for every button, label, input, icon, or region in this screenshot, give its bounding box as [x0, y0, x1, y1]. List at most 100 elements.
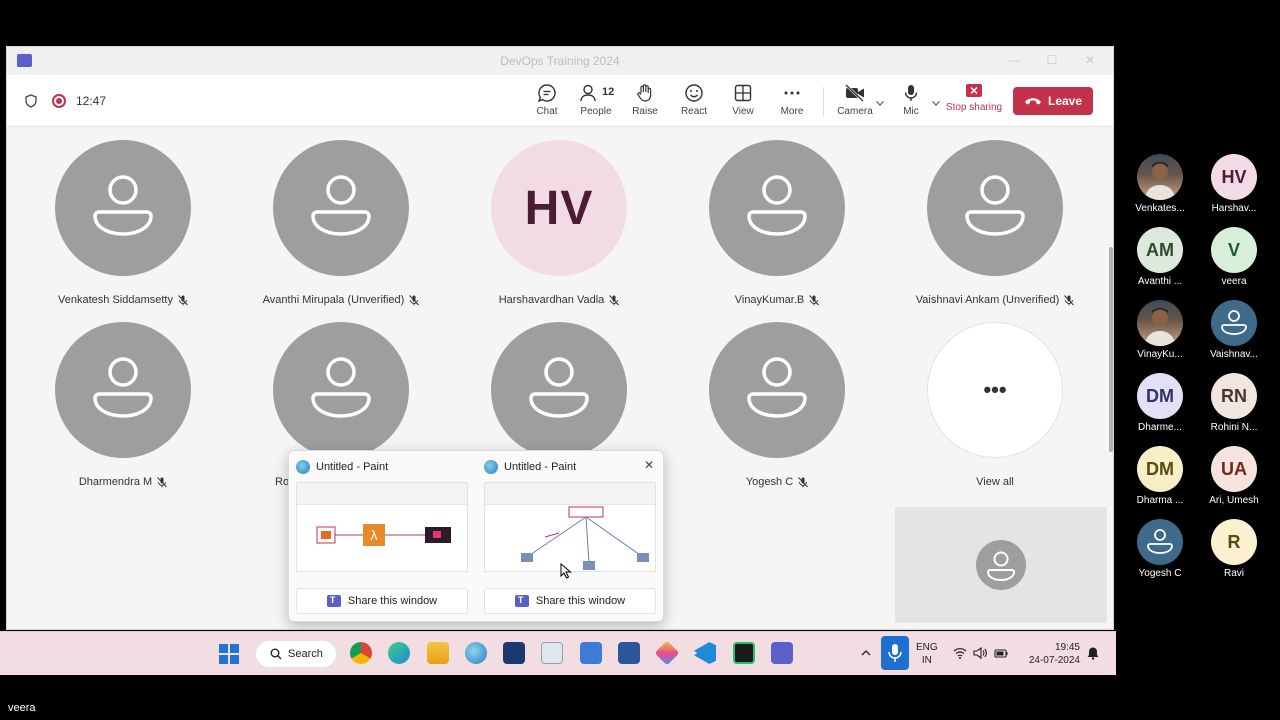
notification-bell-icon[interactable]	[1086, 646, 1100, 660]
participant-tile[interactable]: Avanthi Mirupala (Unverified)	[241, 128, 441, 308]
more-button[interactable]: More	[767, 81, 817, 123]
participant-tile[interactable]: Venkatesh Siddamsetty	[23, 128, 223, 308]
react-label: React	[680, 106, 708, 117]
minimize-button[interactable]: —	[1002, 51, 1028, 69]
pycharm-icon[interactable]	[733, 642, 755, 664]
gallery-scrollbar[interactable]	[1109, 247, 1113, 452]
people-button[interactable]: 12 People	[571, 81, 621, 123]
muted-mic-icon	[1064, 294, 1075, 305]
mic-label: Mic	[903, 106, 919, 117]
paint-icon[interactable]	[465, 642, 487, 664]
chevron-up-icon[interactable]	[859, 646, 873, 660]
react-button[interactable]: React	[669, 81, 719, 123]
remote-app-icon[interactable]	[503, 642, 525, 664]
people-count: 12	[602, 86, 615, 98]
close-button[interactable]: ✕	[1077, 51, 1103, 69]
edge-icon[interactable]	[388, 642, 410, 664]
side-participant[interactable]: HV Harshav...	[1194, 154, 1274, 222]
input-language-indicator[interactable]: ENG IN	[916, 641, 938, 667]
participant-tile[interactable]: Vaishnavi Ankam (Unverified)	[895, 128, 1095, 308]
person-icon	[311, 175, 371, 236]
meeting-toolbar: 12:47 Chat 12 People Raise React View Mo…	[7, 75, 1113, 127]
side-participant[interactable]: RN Rohini N...	[1194, 373, 1274, 441]
view-button[interactable]: View	[718, 81, 768, 123]
side-participant[interactable]: AM Avanthi ...	[1120, 227, 1200, 295]
word-icon[interactable]	[618, 642, 640, 664]
side-participant[interactable]: UA Ari, Umesh	[1194, 446, 1274, 514]
taskbar-thumbnail-popup: Untitled - Paint Untitled - Paint ✕ λ T …	[288, 450, 664, 622]
side-participant[interactable]: DM Dharme...	[1120, 373, 1200, 441]
participant-tile[interactable]: VinayKumar.B	[677, 128, 877, 308]
view-all-tile[interactable]: ••• View all	[895, 310, 1095, 490]
close-icon[interactable]: ✕	[642, 458, 656, 472]
mic-button[interactable]: Mic	[886, 81, 936, 123]
participant-tile[interactable]: HV Harshavardhan Vadla	[459, 128, 659, 308]
microphone-icon	[888, 644, 902, 662]
participant-name: Yogesh C	[677, 476, 877, 488]
wifi-icon[interactable]	[953, 646, 967, 660]
battery-icon[interactable]	[994, 646, 1008, 660]
side-participant[interactable]: VinayKu...	[1120, 300, 1200, 368]
side-participant-name: Dharme...	[1138, 422, 1182, 433]
camera-button[interactable]: Camera	[830, 81, 880, 123]
microphone-in-use-indicator[interactable]	[881, 636, 909, 670]
participant-avatar	[491, 322, 627, 458]
teams-icon[interactable]	[771, 642, 793, 664]
self-view-tile[interactable]	[895, 507, 1107, 623]
windows-start-icon[interactable]	[219, 644, 239, 664]
ellipsis-icon	[784, 91, 800, 95]
participant-avatar	[1137, 519, 1183, 565]
raise-hand-button[interactable]: Raise	[620, 81, 670, 123]
participant-avatar: RN	[1211, 373, 1257, 419]
person-icon	[965, 175, 1025, 236]
person-icon	[747, 357, 807, 418]
participant-name: Venkatesh Siddamsetty	[23, 294, 223, 306]
taskbar-search-box[interactable]: Search	[255, 640, 337, 668]
leave-button[interactable]: Leave	[1013, 87, 1093, 115]
raise-label: Raise	[632, 106, 658, 117]
side-participant[interactable]: Vveera	[1194, 227, 1274, 295]
camera-options-chevron-down-icon[interactable]	[875, 98, 885, 108]
diagram-preview-graphic: λ	[316, 524, 451, 546]
toolbar-divider	[823, 87, 824, 117]
search-icon	[270, 648, 282, 660]
mouse-cursor-icon	[560, 563, 572, 579]
maximize-button[interactable]: ☐	[1039, 51, 1065, 69]
muted-mic-icon	[809, 294, 820, 305]
muted-mic-icon	[609, 294, 620, 305]
chat-button[interactable]: Chat	[522, 81, 572, 123]
photos-icon[interactable]	[541, 642, 563, 664]
share-this-window-button[interactable]: Share this window	[296, 588, 468, 614]
share-this-window-button[interactable]: Share this window	[484, 588, 656, 614]
side-participant[interactable]: DM Dharma ...	[1120, 446, 1200, 514]
people-label: People	[580, 106, 612, 117]
side-participant[interactable]: Vaishnav...	[1194, 300, 1274, 368]
muted-mic-icon	[798, 476, 809, 487]
participant-name: Harshavardhan Vadla	[459, 294, 659, 306]
side-participant[interactable]: Venkates...	[1120, 154, 1200, 222]
stop-sharing-button[interactable]: Stop sharing	[944, 81, 1004, 123]
participant-avatar: DM	[1137, 373, 1183, 419]
mic-options-chevron-down-icon[interactable]	[931, 98, 941, 108]
window-preview[interactable]	[484, 482, 656, 572]
creative-app-icon[interactable]	[654, 640, 680, 666]
side-participant[interactable]: Yogesh C	[1120, 519, 1200, 587]
microphone-icon	[904, 85, 918, 101]
notepad-icon[interactable]	[580, 642, 602, 664]
participant-tile[interactable]: Dharmendra M	[23, 310, 223, 490]
participant-tile[interactable]: Yogesh C	[677, 310, 877, 490]
person-icon	[529, 357, 589, 418]
chrome-icon[interactable]	[350, 642, 372, 664]
side-participant-name: veera	[1221, 276, 1247, 287]
side-participant[interactable]: R Ravi	[1194, 519, 1274, 587]
taskbar-clock[interactable]: 19:45 24-07-2024	[1020, 641, 1080, 667]
paint-icon	[484, 460, 498, 474]
side-participant-name: Ari, Umesh	[1209, 495, 1259, 506]
person-icon	[1221, 310, 1247, 335]
teams-icon	[326, 595, 341, 607]
volume-icon[interactable]	[973, 646, 987, 660]
vscode-icon[interactable]	[694, 642, 716, 664]
recording-indicator-icon	[52, 94, 66, 108]
file-explorer-icon[interactable]	[427, 642, 449, 664]
window-preview[interactable]: λ	[296, 482, 468, 572]
